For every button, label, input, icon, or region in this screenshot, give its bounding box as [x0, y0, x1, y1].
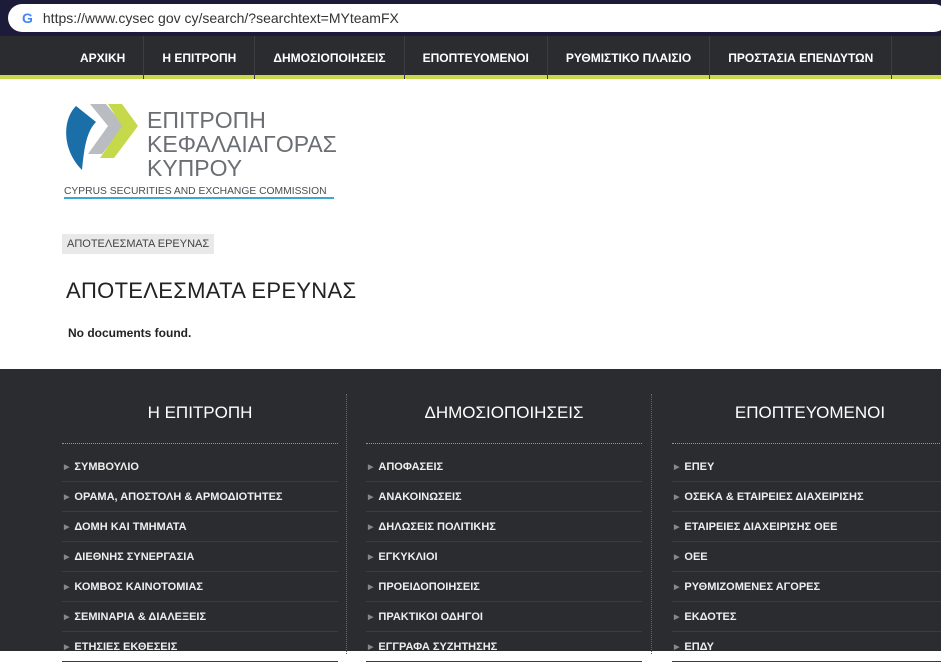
caret-right-icon: ▶ [64, 553, 70, 561]
footer-link[interactable]: ▶ ΠΡΟΕΙΔΟΠΟΙΗΣΕΙΣ [366, 572, 642, 602]
caret-right-icon: ▶ [368, 643, 374, 651]
footer-link-label: ΟΣΕΚΑ & ΕΤΑΙΡΕΙΕΣ ΔΙΑΧΕΙΡΙΣΗΣ [684, 490, 864, 503]
footer-link-label: ΟΕΕ [684, 550, 708, 563]
caret-right-icon: ▶ [64, 493, 70, 501]
footer-column-title: ΕΠΟΠΤΕΥΟΜΕΝΟΙ [672, 403, 941, 444]
caret-right-icon: ▶ [64, 463, 70, 471]
caret-right-icon: ▶ [674, 463, 680, 471]
footer-link[interactable]: ▶ ΠΡΑΚΤΙΚΟΙ ΟΔΗΓΟΙ [366, 602, 642, 632]
footer-link-label: ΔΟΜΗ ΚΑΙ ΤΜΗΜΑΤΑ [74, 520, 187, 533]
caret-right-icon: ▶ [64, 613, 70, 621]
svg-text:CYPRUS SECURITIES AND EXCHANGE: CYPRUS SECURITIES AND EXCHANGE COMMISSIO… [64, 186, 327, 197]
footer-link[interactable]: ▶ ΑΝΑΚΟΙΝΩΣΕΙΣ [366, 482, 642, 512]
footer-link-list: ▶ ΑΠΟΦΑΣΕΙΣ ▶ ΑΝΑΚΟΙΝΩΣΕΙΣ ▶ ΔΗΛΩΣΕΙΣ ΠΟΛΙΤΙΚ… [366, 452, 642, 662]
footer-link-label: ΑΝΑΚΟΙΝΩΣΕΙΣ [378, 490, 462, 503]
footer-link[interactable]: ▶ ΔΟΜΗ ΚΑΙ ΤΜΗΜΑΤΑ [62, 512, 338, 542]
caret-right-icon: ▶ [368, 583, 374, 591]
footer-link[interactable]: ▶ ΔΙΕΘΝΗΣ ΣΥΝΕΡΓΑΣΙΑ [62, 542, 338, 572]
cysec-logo[interactable]: ΕΠΙΤΡΟΠΗ ΚΕΦΑΛΑΙΑΓΟΡΑΣ ΚΥΠΡΟΥ CYPRUS SEC… [62, 100, 342, 200]
footer-column: ΔΗΜΟΣΙΟΠΟΙΗΣΕΙΣ ▶ ΑΠΟΦΑΣΕΙΣ ▶ ΑΝΑΚΟΙΝΩΣΕΙΣ ▶ Δ… [366, 369, 642, 662]
footer-link-label: ΑΠΟΦΑΣΕΙΣ [378, 460, 444, 473]
footer-link[interactable]: ▶ ΑΠΟΦΑΣΕΙΣ [366, 452, 642, 482]
column-divider [651, 394, 652, 654]
caret-right-icon: ▶ [674, 553, 680, 561]
nav-commission[interactable]: Η ΕΠΙΤΡΟΠΗ [144, 36, 256, 79]
address-bar[interactable]: G https://www.cysec gov cy/search/?searc… [8, 4, 941, 32]
footer-link-label: ΕΚΔΟΤΕΣ [684, 610, 737, 623]
footer-link[interactable]: ▶ ΔΗΛΩΣΕΙΣ ΠΟΛΙΤΙΚΗΣ [366, 512, 642, 542]
main-nav: ΑΡΧΙΚΗ Η ΕΠΙΤΡΟΠΗ ΔΗΜΟΣΙΟΠΟΙΗΣΕΙΣ ΕΠΟΠΤΕ… [0, 36, 941, 79]
footer-link[interactable]: ▶ ΣΥΜΒΟΥΛΙΟ [62, 452, 338, 482]
footer-link[interactable]: ▶ ΕΠΔΥ [672, 632, 941, 662]
footer-link[interactable]: ▶ ΟΣΕΚΑ & ΕΤΑΙΡΕΙΕΣ ΔΙΑΧΕΙΡΙΣΗΣ [672, 482, 941, 512]
caret-right-icon: ▶ [368, 493, 374, 501]
footer-column: Η ΕΠΙΤΡΟΠΗ ▶ ΣΥΜΒΟΥΛΙΟ ▶ ΟΡΑΜΑ, ΑΠΟΣΤΟΛΗ & Α… [62, 369, 338, 662]
footer-link[interactable]: ▶ ΕΤΑΙΡΕΙΕΣ ΔΙΑΧΕΙΡΙΣΗΣ ΟΕΕ [672, 512, 941, 542]
google-icon: G [22, 10, 33, 26]
footer-link-label: ΠΡΟΕΙΔΟΠΟΙΗΣΕΙΣ [378, 580, 480, 593]
footer-link-list: ▶ ΕΠΕΥ ▶ ΟΣΕΚΑ & ΕΤΑΙΡΕΙΕΣ ΔΙΑΧΕΙΡΙΣΗΣ ▶ ΕΤΑΙ… [672, 452, 941, 662]
svg-text:ΚΥΠΡΟΥ: ΚΥΠΡΟΥ [147, 155, 242, 181]
footer-link[interactable]: ▶ ΣΕΜΙΝΑΡΙΑ & ΔΙΑΛΕΞΕΙΣ [62, 602, 338, 632]
caret-right-icon: ▶ [674, 493, 680, 501]
caret-right-icon: ▶ [674, 523, 680, 531]
footer-link-label: ΕΠΕΥ [684, 460, 715, 473]
logo-mark-icon: ΕΠΙΤΡΟΠΗ ΚΕΦΑΛΑΙΑΓΟΡΑΣ ΚΥΠΡΟΥ CYPRUS SEC… [64, 104, 337, 199]
footer-link[interactable]: ▶ ΕΚΔΟΤΕΣ [672, 602, 941, 632]
footer-link[interactable]: ▶ ΕΤΗΣΙΕΣ ΕΚΘΕΣΕΙΣ [62, 632, 338, 662]
footer-link[interactable]: ▶ ΕΠΕΥ [672, 452, 941, 482]
footer-link-label: ΠΡΑΚΤΙΚΟΙ ΟΔΗΓΟΙ [378, 610, 483, 623]
footer-link-label: ΡΥΘΜΙΖΟΜΕΝΕΣ ΑΓΟΡΕΣ [684, 580, 821, 593]
no-results-message: No documents found. [68, 326, 192, 340]
footer-link-label: ΔΙΕΘΝΗΣ ΣΥΝΕΡΓΑΣΙΑ [74, 550, 195, 563]
footer-link[interactable]: ▶ ΟΕΕ [672, 542, 941, 572]
nav-investor-protection[interactable]: ΠΡΟΣΤΑΣΙΑ ΕΠΕΝΔΥΤΩΝ [710, 36, 893, 79]
svg-text:ΚΕΦΑΛΑΙΑΓΟΡΑΣ: ΚΕΦΑΛΑΙΑΓΟΡΑΣ [147, 131, 337, 157]
caret-right-icon: ▶ [368, 523, 374, 531]
footer-link-label: ΟΡΑΜΑ, ΑΠΟΣΤΟΛΗ & ΑΡΜΟΔΙΟΤΗΤΕΣ [74, 490, 283, 503]
footer-link[interactable]: ▶ ΕΓΚΥΚΛΙΟΙ [366, 542, 642, 572]
column-divider [346, 394, 347, 654]
caret-right-icon: ▶ [674, 583, 680, 591]
footer-link[interactable]: ▶ ΡΥΘΜΙΖΟΜΕΝΕΣ ΑΓΟΡΕΣ [672, 572, 941, 602]
page-title: ΑΠΟΤΕΛΕΣΜΑΤΑ ΕΡΕΥΝΑΣ [66, 278, 357, 303]
footer: Η ΕΠΙΤΡΟΠΗ ▶ ΣΥΜΒΟΥΛΙΟ ▶ ΟΡΑΜΑ, ΑΠΟΣΤΟΛΗ & Α… [0, 369, 941, 662]
caret-right-icon: ▶ [368, 553, 374, 561]
caret-right-icon: ▶ [64, 523, 70, 531]
nav-publications[interactable]: ΔΗΜΟΣΙΟΠΟΙΗΣΕΙΣ [255, 36, 405, 79]
footer-link-label: ΕΓΚΥΚΛΙΟΙ [378, 550, 438, 563]
footer-link-label: ΣΕΜΙΝΑΡΙΑ & ΔΙΑΛΕΞΕΙΣ [74, 610, 207, 623]
footer-link[interactable]: ▶ ΚΟΜΒΟΣ ΚΑΙΝΟΤΟΜΙΑΣ [62, 572, 338, 602]
footer-link-label: ΚΟΜΒΟΣ ΚΑΙΝΟΤΟΜΙΑΣ [74, 580, 203, 593]
breadcrumb[interactable]: ΑΠΟΤΕΛΕΣΜΑΤΑ ΕΡΕΥΝΑΣ [62, 234, 215, 254]
nav-supervised[interactable]: ΕΠΟΠΤΕΥΟΜΕΝΟΙ [405, 36, 548, 79]
caret-right-icon: ▶ [64, 643, 70, 651]
footer-link[interactable]: ▶ ΕΓΓΡΑΦΑ ΣΥΖΗΤΗΣΗΣ [366, 632, 642, 662]
caret-right-icon: ▶ [674, 613, 680, 621]
browser-chrome: G https://www.cysec gov cy/search/?searc… [0, 0, 941, 36]
caret-right-icon: ▶ [368, 463, 374, 471]
footer-column-title: ΔΗΜΟΣΙΟΠΟΙΗΣΕΙΣ [366, 403, 642, 444]
caret-right-icon: ▶ [64, 583, 70, 591]
url-text[interactable]: https://www.cysec gov cy/search/?searcht… [43, 10, 399, 26]
svg-text:ΕΠΙΤΡΟΠΗ: ΕΠΙΤΡΟΠΗ [147, 107, 266, 133]
footer-link-label: ΔΗΛΩΣΕΙΣ ΠΟΛΙΤΙΚΗΣ [378, 520, 496, 533]
footer-link[interactable]: ▶ ΟΡΑΜΑ, ΑΠΟΣΤΟΛΗ & ΑΡΜΟΔΙΟΤΗΤΕΣ [62, 482, 338, 512]
footer-link-label: ΕΤΑΙΡΕΙΕΣ ΔΙΑΧΕΙΡΙΣΗΣ ΟΕΕ [684, 520, 838, 533]
nav-home[interactable]: ΑΡΧΙΚΗ [62, 36, 145, 79]
nav-regulatory[interactable]: ΡΥΘΜΙΣΤΙΚΟ ΠΛΑΙΣΙΟ [548, 36, 711, 79]
footer-link-label: ΣΥΜΒΟΥΛΙΟ [74, 460, 139, 473]
footer-link-list: ▶ ΣΥΜΒΟΥΛΙΟ ▶ ΟΡΑΜΑ, ΑΠΟΣΤΟΛΗ & ΑΡΜΟΔΙΟΤΗΤΕ… [62, 452, 338, 662]
footer-column-title: Η ΕΠΙΤΡΟΠΗ [62, 403, 338, 444]
footer-column: ΕΠΟΠΤΕΥΟΜΕΝΟΙ ▶ ΕΠΕΥ ▶ ΟΣΕΚΑ & ΕΤΑΙΡΕΙΕΣ ΔΙΑ… [672, 369, 941, 662]
caret-right-icon: ▶ [674, 643, 680, 651]
caret-right-icon: ▶ [368, 613, 374, 621]
